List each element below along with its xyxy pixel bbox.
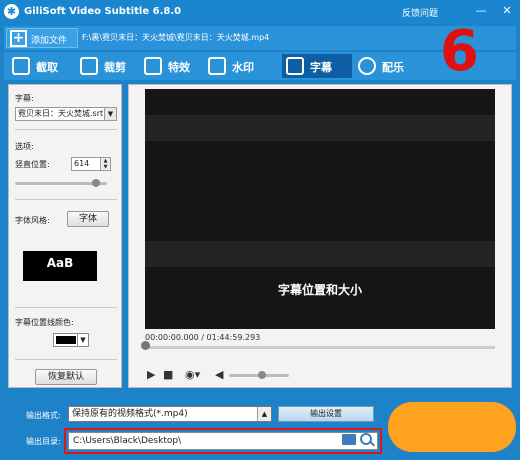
divider — [15, 359, 117, 360]
tab-trim[interactable]: 截取 — [8, 54, 72, 78]
add-file-label: 添加文件 — [31, 36, 68, 46]
subtitle-icon — [286, 57, 304, 75]
tab-music[interactable]: 配乐 — [354, 54, 418, 78]
watermark-icon — [208, 57, 226, 75]
tab-label: 特效 — [168, 61, 190, 74]
app-logo-icon: ✱ — [4, 4, 19, 19]
output-format-value: 保持原有的视频格式(*.mp4) — [72, 409, 188, 419]
tab-label: 裁剪 — [104, 61, 126, 74]
volume-handle[interactable] — [258, 371, 266, 379]
play-icon[interactable]: ▶ — [147, 368, 155, 381]
video-preview[interactable]: 字幕位置和大小 — [145, 89, 495, 329]
camera-icon[interactable]: ◉▾ — [185, 368, 200, 381]
tab-subtitle[interactable]: 字幕 — [282, 54, 352, 78]
divider — [15, 199, 117, 200]
stop-icon[interactable]: ■ — [163, 368, 173, 381]
tab-label: 水印 — [232, 61, 254, 74]
tab-label: 配乐 — [382, 61, 404, 74]
output-dir-field[interactable]: C:\Users\Black\Desktop\ — [68, 432, 378, 450]
playback-time: 00:00:00.000 / 01:44:59.293 — [145, 333, 261, 342]
font-style-label: 字体风格: — [15, 216, 50, 225]
font-button[interactable]: 字体 — [67, 211, 109, 227]
tab-watermark[interactable]: 水印 — [204, 54, 270, 78]
window-title: GiliSoft Video Subtitle 6.8.0 — [24, 6, 182, 17]
stepper-arrows-icon[interactable]: ▲ ▼ — [100, 158, 110, 170]
chevron-down-icon: ▼ — [77, 334, 88, 346]
feedback-link[interactable]: 反馈问题 — [402, 6, 438, 19]
vertical-position-stepper[interactable]: 614 ▲ ▼ — [71, 157, 111, 171]
trim-icon — [12, 57, 30, 75]
seek-handle[interactable] — [141, 341, 150, 350]
tab-crop[interactable]: 裁剪 — [76, 54, 138, 78]
chevron-up-icon: ▲ — [257, 407, 271, 421]
plus-icon: + — [10, 30, 27, 47]
chevron-down-icon: ▼ — [104, 108, 116, 120]
minimize-button[interactable]: — — [474, 4, 488, 18]
subtitle-preview-text: 字幕位置和大小 — [277, 283, 362, 297]
music-icon — [358, 57, 376, 75]
search-icon[interactable] — [360, 433, 372, 445]
subtitle-settings-panel: 字幕: 霓贝末日：天火焚城.srt ▼ 选项: 竖直位置: 614 ▲ ▼ 字体风… — [8, 84, 122, 388]
crop-icon — [80, 57, 98, 75]
options-label: 选项: — [15, 142, 34, 151]
divider — [15, 307, 117, 308]
vertical-position-label: 竖直位置: — [15, 160, 50, 169]
output-dir-label: 输出目录: — [26, 437, 61, 446]
tab-effects[interactable]: 特效 — [140, 54, 202, 78]
step-number: 6 — [440, 19, 479, 84]
close-button[interactable]: ✕ — [500, 4, 514, 18]
subtitle-label: 字幕: — [15, 94, 34, 103]
convert-button[interactable] — [388, 402, 516, 452]
slider-handle[interactable] — [91, 179, 100, 187]
output-format-label: 输出格式: — [26, 411, 61, 420]
preview-panel: 字幕位置和大小 00:00:00.000 / 01:44:59.293 ▶ ■ … — [128, 84, 512, 388]
seek-bar[interactable] — [145, 346, 495, 349]
effects-icon — [144, 57, 162, 75]
tab-label: 字幕 — [310, 61, 332, 74]
output-format-select[interactable]: 保持原有的视频格式(*.mp4) ▲ — [68, 406, 272, 422]
reset-default-button[interactable]: 恢复默认 — [35, 369, 97, 385]
file-path: F:\裹\霓贝末日：天火焚城\霓贝末日：天火焚城.mp4 — [82, 33, 270, 42]
subtitle-file-value: 霓贝末日：天火焚城.srt — [18, 109, 104, 118]
add-file-button[interactable]: + 添加文件 — [6, 28, 78, 48]
subtitle-guide-top — [145, 115, 495, 141]
vertical-position-value: 614 — [74, 159, 90, 168]
volume-icon[interactable]: ◀ — [215, 368, 223, 381]
font-preview: AaB — [23, 251, 97, 281]
subtitle-file-select[interactable]: 霓贝末日：天火焚城.srt ▼ — [15, 107, 117, 121]
line-color-label: 字幕位置线颜色: — [15, 318, 74, 327]
output-settings-button[interactable]: 输出设置 — [278, 406, 374, 422]
line-color-picker[interactable]: ▼ — [53, 333, 89, 347]
color-swatch — [56, 336, 76, 344]
subtitle-guide-bottom — [145, 241, 495, 267]
divider — [15, 129, 117, 130]
folder-icon[interactable] — [342, 434, 356, 445]
tab-label: 截取 — [36, 61, 58, 74]
